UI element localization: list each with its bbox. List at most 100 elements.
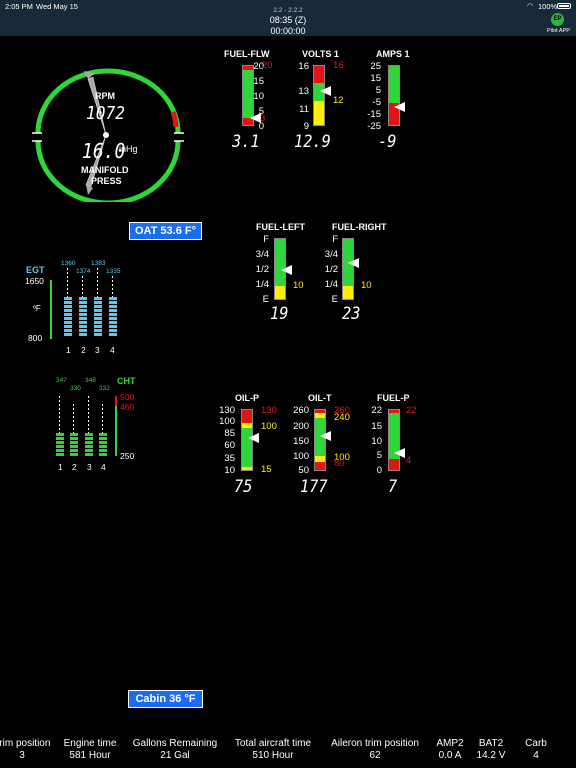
pilot-app-icon[interactable]: EP <box>551 13 564 26</box>
fuel-left-yellow-tick: 10 <box>293 280 304 291</box>
fuel-p-tick-0: 0 <box>376 465 382 476</box>
fuel-left-tick-14: 1/4 <box>255 279 269 290</box>
cht-cyl3-label: 3 <box>87 462 92 472</box>
oil-p-tick-35: 35 <box>224 453 235 464</box>
press-label: PRESS <box>91 176 122 186</box>
map-unit: inHg <box>119 144 138 154</box>
oil-t-tick-50: 50 <box>298 465 309 476</box>
volts-value: 12.9 <box>294 132 331 152</box>
fuel-right-value: 23 <box>342 304 361 324</box>
fuel-left-tick-12: 1/2 <box>255 264 269 275</box>
gallons-remaining-item: Gallons Remaining 21 Gal <box>128 738 222 761</box>
fuel-p-red-high: 22 <box>406 405 417 416</box>
amp2-item: AMP2 0.0 A <box>430 738 470 761</box>
trim-position-item: Trim position3 <box>0 738 52 761</box>
fuel-p-value: 7 <box>388 477 398 497</box>
fuel-right-bar <box>342 238 354 300</box>
oil-p-red-tick: 130 <box>261 405 277 416</box>
egt-cyl-bar <box>64 268 72 339</box>
oil-t-yellow-high: 240 <box>334 412 350 423</box>
fuel-p-tick-10: 10 <box>371 436 382 447</box>
fuel-right-label: FUEL-RIGHT <box>332 222 387 232</box>
oil-p-yellow-high: 100 <box>261 421 277 432</box>
amp2-header: AMP2 <box>436 738 464 749</box>
cht-cyl3-value: 348 <box>85 377 96 384</box>
status-bar: 2:05 PM Wed May 15 2.2 - 2.2.2 08:35 (Z)… <box>0 0 576 36</box>
gallons-remaining-header: Gallons Remaining <box>132 738 218 749</box>
oil-t-pointer <box>320 431 331 441</box>
fuel-flow-red-low: 3 <box>260 113 266 124</box>
egt-cyl-bar <box>79 276 87 339</box>
volts-tick-11: 11 <box>299 104 309 115</box>
total-aircraft-time-header: Total aircraft time <box>234 738 312 749</box>
amps-pointer <box>394 102 405 112</box>
volts-pointer <box>320 86 331 96</box>
fuel-p-red-low: 4 <box>406 455 412 466</box>
engine-time-header: Engine time <box>63 738 117 749</box>
utc-clock: 08:35 (Z) <box>269 15 307 25</box>
fuel-left-tick-e: E <box>262 294 269 305</box>
fuel-right-tick-14: 1/4 <box>324 279 338 290</box>
amps-tick-neg5: -5 <box>372 97 381 108</box>
fuel-right-yellow-tick: 10 <box>361 280 372 291</box>
gallons-remaining-value: 21 Gal <box>160 750 190 761</box>
wifi-icon: ◠ <box>527 3 534 10</box>
fuel-flow-value: 3.1 <box>232 132 260 152</box>
egt-cyl-bar <box>94 268 102 339</box>
cht-cyl4-label: 4 <box>101 462 106 472</box>
fuel-left-tick-f: F <box>263 234 269 245</box>
bat2-item: BAT2 14.2 V <box>471 738 511 761</box>
egt-unit: ºF <box>33 304 41 313</box>
cht-tick-500: 500 <box>120 392 135 402</box>
volts-yellow-tick: 12 <box>333 95 344 106</box>
cht-green-line <box>115 406 117 456</box>
cht-cyl-bar <box>56 396 64 457</box>
cht-cyl4-value: 332 <box>99 385 110 392</box>
pilot-app-label: Pilot APP <box>547 28 570 34</box>
cht-cyl1-value: 347 <box>56 377 67 384</box>
fuel-flow-red-high: 20 <box>262 60 273 71</box>
egt-cyl2-label: 2 <box>81 345 86 355</box>
egt-cyl-bar <box>109 276 117 339</box>
cht-tick-460: 460 <box>120 402 135 412</box>
egt-cyl3-label: 3 <box>95 345 100 355</box>
volts-tick-16: 16 <box>298 61 309 72</box>
fuel-right-tick-e: E <box>331 294 338 305</box>
fuel-flow-label: FUEL-FLW <box>224 49 270 59</box>
fuel-p-pointer <box>394 448 405 458</box>
bat2-header: BAT2 <box>478 738 504 749</box>
cht-cyl-bar <box>99 404 107 457</box>
flight-timer: 00:00:00 <box>270 26 306 36</box>
cabin-temp-button[interactable]: Cabin 36 °F <box>128 690 203 708</box>
amps-tick-neg15: -15 <box>367 109 381 120</box>
oil-t-label: OIL-T <box>308 393 332 403</box>
app-version: 2.2 - 2.2.2 <box>273 7 303 14</box>
oil-p-tick-130: 130 <box>219 405 235 416</box>
amps-value: -9 <box>378 132 397 152</box>
oat-button[interactable]: OAT 53.6 F° <box>129 222 202 240</box>
fuel-left-label: FUEL-LEFT <box>256 222 305 232</box>
fuel-right-tick-f: F <box>332 234 338 245</box>
fuel-p-tick-15: 15 <box>371 421 382 432</box>
amps-bar <box>388 65 400 126</box>
engine-time-item: Engine time 581 Hour <box>57 738 123 761</box>
volts-tick-9: 9 <box>303 121 309 132</box>
egt-cyl3-value: 1383 <box>91 260 106 267</box>
fuel-right-tick-34: 3/4 <box>324 249 338 260</box>
egt-max-tick: 1650 <box>25 276 44 286</box>
cht-cyl-bar <box>70 404 78 457</box>
egt-cyl1-value: 1360 <box>61 260 76 267</box>
aileron-trim-value: 62 <box>369 750 381 761</box>
oil-p-yellow-low: 15 <box>261 464 272 475</box>
total-aircraft-time-item: Total aircraft time 510 Hour <box>226 738 320 761</box>
aileron-trim-item: Aileron trim position 62 <box>324 738 426 761</box>
oil-p-label: OIL-P <box>235 393 259 403</box>
total-aircraft-time-value: 510 Hour <box>252 750 294 761</box>
trim-position-value: 3 <box>19 750 25 761</box>
fuel-left-tick-34: 3/4 <box>255 249 269 260</box>
cht-cyl2-value: 330 <box>70 385 81 392</box>
amps-tick-15: 15 <box>370 73 381 84</box>
egt-cyl2-value: 1374 <box>76 268 91 275</box>
carb-header: Carb <box>525 738 547 749</box>
egt-label: EGT <box>26 265 45 275</box>
